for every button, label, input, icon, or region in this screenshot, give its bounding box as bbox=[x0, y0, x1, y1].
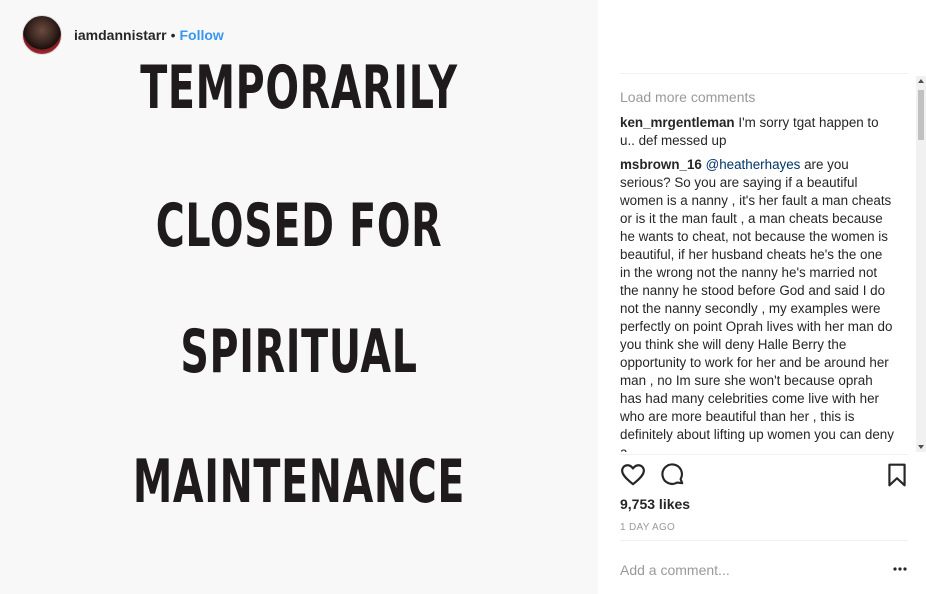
comment-bubble-icon[interactable] bbox=[660, 462, 686, 488]
more-options-icon[interactable] bbox=[892, 562, 908, 576]
post-image: TEMPORARILY CLOSED FOR SPIRITUAL MAINTEN… bbox=[0, 0, 598, 594]
add-comment-input[interactable] bbox=[620, 560, 876, 580]
separator-dot: • bbox=[170, 27, 176, 43]
follow-button[interactable]: Follow bbox=[180, 27, 224, 43]
likes-count[interactable]: 9,753 likes bbox=[620, 496, 690, 512]
post-timestamp[interactable]: 1 DAY AGO bbox=[620, 522, 675, 533]
header-divider bbox=[620, 73, 908, 74]
post-header: iamdannistarr • Follow bbox=[22, 14, 312, 56]
bookmark-icon[interactable] bbox=[884, 462, 910, 488]
comment-username[interactable]: msbrown_16 bbox=[620, 157, 702, 172]
post-text-line-1: TEMPORARILY bbox=[140, 53, 458, 123]
scrollbar-thumb[interactable] bbox=[918, 90, 924, 140]
comments-divider bbox=[620, 454, 908, 455]
comment-item: ken_mrgentleman I'm sorry tgat happen to… bbox=[620, 114, 896, 150]
heart-icon[interactable] bbox=[620, 462, 646, 488]
header-username[interactable]: iamdannistarr bbox=[74, 27, 167, 43]
comment-item: msbrown_16 @heatherhayes are you serious… bbox=[620, 156, 896, 452]
comment-mention-link[interactable]: @heatherhayes bbox=[706, 157, 801, 172]
avatar[interactable] bbox=[22, 15, 62, 55]
post-text-line-2: CLOSED FOR bbox=[155, 191, 443, 261]
post-text-line-4: MAINTENANCE bbox=[132, 447, 466, 517]
scroll-down-arrow-icon[interactable] bbox=[916, 442, 926, 452]
post-text-line-3: SPIRITUAL bbox=[180, 317, 418, 387]
action-bar bbox=[620, 462, 914, 488]
comment-text: are you serious? So you are saying if a … bbox=[620, 157, 894, 452]
load-more-comments-link[interactable]: Load more comments bbox=[620, 88, 896, 106]
footer-divider bbox=[620, 540, 908, 541]
scroll-up-arrow-icon[interactable] bbox=[916, 76, 926, 86]
comments-scrollbar[interactable] bbox=[916, 76, 926, 452]
comment-username[interactable]: ken_mrgentleman bbox=[620, 115, 735, 130]
comments-list: Load more comments ken_mrgentleman I'm s… bbox=[620, 86, 896, 452]
